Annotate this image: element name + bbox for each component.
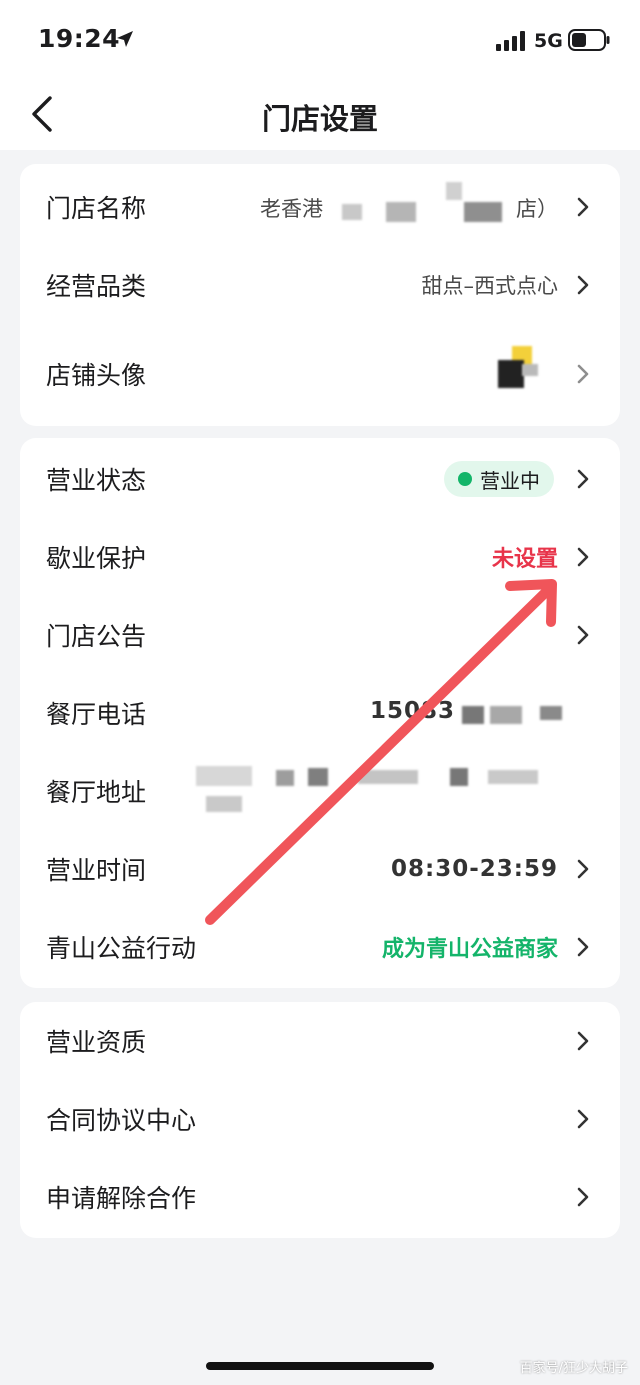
- row-restaurant-address[interactable]: 餐厅地址: [20, 752, 620, 830]
- battery-icon: [568, 29, 610, 51]
- row-business-hours[interactable]: 营业时间 08:30-23:59: [20, 830, 620, 908]
- phone-value: 15083: [370, 698, 570, 728]
- redacted-block: [488, 770, 538, 784]
- avatar-block: [522, 364, 538, 376]
- chevron-right-icon: [577, 547, 589, 567]
- redacted-block: [540, 706, 562, 720]
- chevron-right-icon: [577, 1031, 589, 1051]
- redacted-block: [462, 706, 484, 724]
- store-operation-card: 营业状态 营业中 歇业保护 未设置 门店公告 餐厅电话 15083 餐厅地址 营…: [20, 438, 620, 988]
- row-label: 营业时间: [46, 856, 147, 885]
- row-label: 经营品类: [46, 272, 147, 301]
- row-restaurant-phone[interactable]: 餐厅电话 15083: [20, 674, 620, 752]
- address-value: [188, 758, 548, 818]
- store-info-card: 门店名称 老香港 店） 经营品类 甜点–西式点心 店铺头像: [20, 164, 620, 426]
- chevron-right-icon: [577, 937, 589, 957]
- row-closure-protection[interactable]: 歇业保护 未设置: [20, 518, 620, 596]
- home-indicator[interactable]: [206, 1362, 434, 1370]
- row-business-status[interactable]: 营业状态 营业中: [20, 440, 620, 518]
- phone-prefix: 15083: [370, 698, 456, 724]
- chevron-right-icon: [577, 1187, 589, 1207]
- chevron-right-icon: [577, 1109, 589, 1129]
- watermark: 百家号/狂少大胡子: [519, 1361, 628, 1376]
- row-label: 合同协议中心: [46, 1106, 197, 1135]
- store-contract-card: 营业资质 合同协议中心 申请解除合作: [20, 1002, 620, 1238]
- redacted-block: [464, 202, 502, 222]
- nav-bar: 门店设置: [0, 80, 640, 150]
- chevron-right-icon: [577, 625, 589, 645]
- row-contract-center[interactable]: 合同协议中心: [20, 1080, 620, 1158]
- row-label: 营业资质: [46, 1028, 147, 1057]
- row-label: 门店公告: [46, 622, 147, 651]
- store-avatar: [498, 346, 546, 394]
- redacted-block: [446, 182, 462, 200]
- status-badge: 营业中: [444, 461, 554, 497]
- redacted-block: [490, 706, 522, 724]
- location-arrow-icon: [117, 31, 133, 47]
- row-label: 餐厅电话: [46, 700, 147, 729]
- chevron-right-icon: [577, 859, 589, 879]
- row-label: 歇业保护: [46, 544, 147, 573]
- redacted-block: [308, 768, 328, 786]
- row-label: 门店名称: [46, 194, 147, 223]
- status-dot-icon: [458, 472, 472, 486]
- store-name-suffix: 店）: [516, 197, 558, 221]
- status-text: 营业中: [480, 468, 540, 493]
- row-value: 未设置: [491, 547, 558, 572]
- redacted-block: [358, 770, 418, 784]
- redacted-block: [386, 202, 416, 222]
- chevron-right-icon: [577, 275, 589, 295]
- redacted-block: [342, 204, 362, 220]
- status-bar: 19:24 5G: [0, 0, 640, 80]
- row-store-name[interactable]: 门店名称 老香港 店）: [20, 168, 620, 246]
- network-type: 5G: [534, 30, 563, 52]
- row-terminate-cooperation[interactable]: 申请解除合作: [20, 1158, 620, 1236]
- store-name-value: 老香港 店）: [258, 182, 558, 222]
- status-time: 19:24: [38, 24, 121, 53]
- redacted-block: [276, 770, 294, 786]
- row-label: 申请解除合作: [46, 1184, 197, 1213]
- row-qingshan-charity[interactable]: 青山公益行动 成为青山公益商家: [20, 908, 620, 986]
- page-title: 门店设置: [261, 102, 378, 136]
- row-store-notice[interactable]: 门店公告: [20, 596, 620, 674]
- row-label: 餐厅地址: [46, 778, 147, 807]
- row-label: 店铺头像: [46, 361, 147, 390]
- chevron-right-icon: [577, 197, 589, 217]
- row-label: 营业状态: [46, 466, 147, 495]
- row-label: 青山公益行动: [46, 934, 197, 963]
- chevron-right-icon: [577, 469, 589, 489]
- row-store-avatar[interactable]: 店铺头像: [20, 324, 620, 424]
- store-name-text: 老香港: [260, 197, 323, 221]
- redacted-block: [450, 768, 468, 786]
- redacted-block: [196, 766, 252, 786]
- row-value: 08:30-23:59: [391, 856, 558, 882]
- row-business-category[interactable]: 经营品类 甜点–西式点心: [20, 246, 620, 324]
- redacted-block: [206, 796, 242, 812]
- chevron-right-icon: [577, 364, 589, 384]
- row-value: 甜点–西式点心: [421, 274, 559, 298]
- signal-bars-icon: [496, 31, 525, 51]
- row-business-qualification[interactable]: 营业资质: [20, 1002, 620, 1080]
- avatar-block: [498, 360, 524, 388]
- row-value: 成为青山公益商家: [381, 937, 558, 962]
